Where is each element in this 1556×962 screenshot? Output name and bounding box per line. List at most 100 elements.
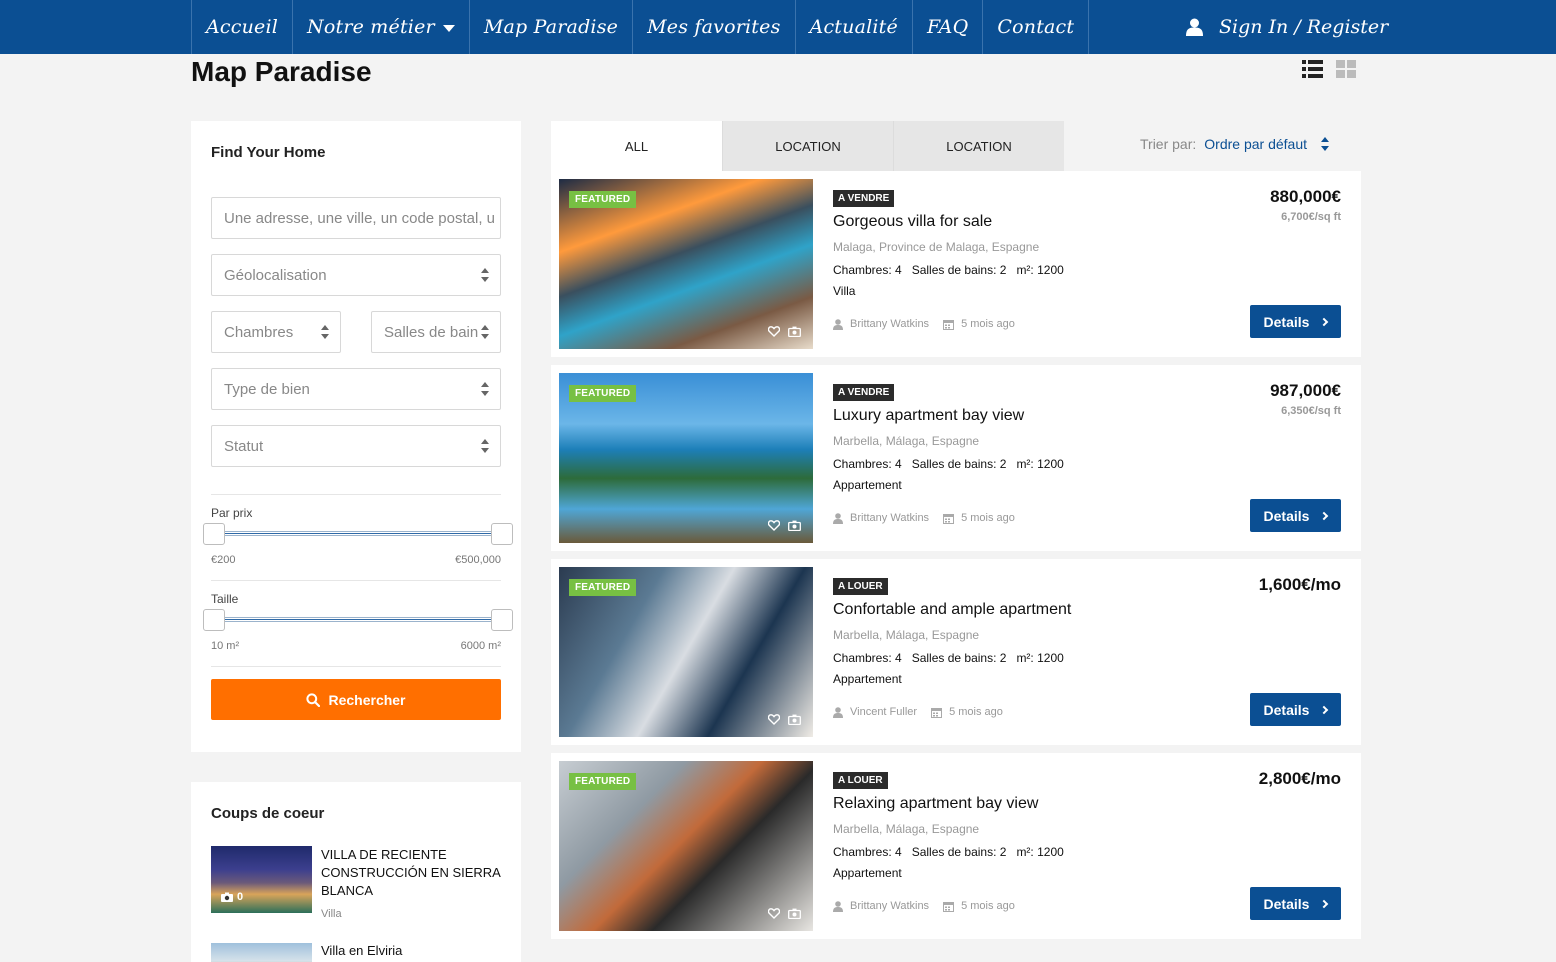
divider (211, 494, 501, 495)
top-navigation: Accueil Notre métier Map Paradise Mes fa… (0, 0, 1556, 54)
favorite-thumbnail[interactable] (211, 943, 312, 962)
nav-item-notre-metier[interactable]: Notre métier (292, 0, 469, 54)
listing-photo[interactable]: FEATURED (559, 761, 813, 931)
listing-title-link[interactable]: Luxury apartment bay view (833, 407, 1024, 425)
agent-name[interactable]: Brittany Watkins (850, 900, 929, 912)
nav-item-faq[interactable]: FAQ (911, 0, 982, 54)
listing-price-per-sqft: 6,350€/sq ft (1281, 405, 1341, 417)
heart-icon[interactable] (768, 908, 780, 919)
calendar-icon (943, 319, 955, 330)
signin-register-link[interactable]: Sign In / Register (1186, 0, 1388, 54)
listing-photo[interactable]: FEATURED (559, 373, 813, 543)
listing-address: Marbella, Málaga, Espagne (833, 434, 980, 448)
favorite-title-link[interactable]: Villa en Elviria (321, 943, 402, 958)
sort-value: Ordre par défaut (1204, 136, 1308, 152)
listing-meta: Brittany Watkins 5 mois ago (833, 318, 1029, 330)
camera-icon[interactable] (788, 520, 801, 531)
listing-title-link[interactable]: Confortable and ample apartment (833, 601, 1071, 619)
chevron-right-icon (1320, 511, 1329, 520)
listing-specs: Chambres: 4 Salles de bains: 2 m²: 1200 (833, 845, 1064, 859)
favorite-title-link[interactable]: VILLA DE RECIENTE CONSTRUCCIÓN EN SIERRA… (321, 846, 511, 900)
select-arrows-icon (481, 325, 490, 339)
caret-down-icon (442, 25, 455, 32)
sort-control[interactable]: Trier par: Ordre par défaut (1140, 136, 1330, 152)
listing-type: Appartement (833, 672, 902, 686)
nav-item-actualite[interactable]: Actualité (794, 0, 912, 54)
featured-badge: FEATURED (569, 773, 637, 790)
date: 5 mois ago (943, 900, 1015, 912)
agent: Brittany Watkins (833, 318, 929, 330)
status-badge: A VENDRE (833, 190, 895, 207)
listing-price: 2,800€/mo (1258, 769, 1341, 788)
listing-title-link[interactable]: Relaxing apartment bay view (833, 795, 1038, 813)
price-max-handle[interactable] (491, 523, 513, 545)
heart-icon[interactable] (768, 714, 780, 725)
agent-name[interactable]: Brittany Watkins (850, 318, 929, 330)
favorite-thumbnail[interactable]: 0 (211, 846, 312, 913)
calendar-icon (943, 513, 955, 524)
bedrooms-select[interactable]: Chambres (211, 311, 341, 353)
price-min-value: €200 (211, 554, 236, 566)
listing-date: 5 mois ago (961, 512, 1015, 524)
nav-item-accueil[interactable]: Accueil (191, 0, 292, 54)
user-icon (833, 900, 843, 912)
listing-photo[interactable]: FEATURED (559, 179, 813, 349)
listing-title-link[interactable]: Gorgeous villa for sale (833, 213, 992, 231)
listing-price: 1,600€/mo (1258, 575, 1341, 594)
nav-item-map-paradise[interactable]: Map Paradise (468, 0, 632, 54)
photo-actions (768, 326, 801, 337)
listing-date: 5 mois ago (961, 900, 1015, 912)
tab-location-2[interactable]: LOCATION (893, 121, 1064, 171)
bathrooms-select[interactable]: Salles de bain (371, 311, 501, 353)
photo-actions (768, 520, 801, 531)
favorites-panel: Coups de coeur 0 VILLA DE RECIENTE CONST… (191, 782, 521, 962)
tab-all[interactable]: ALL (551, 121, 722, 171)
status-badge: A LOUER (833, 578, 888, 595)
camera-icon[interactable] (788, 326, 801, 337)
user-icon (833, 318, 843, 330)
search-panel-title: Find Your Home (211, 144, 326, 161)
status-select[interactable]: Statut (211, 425, 501, 467)
listing-type: Appartement (833, 478, 902, 492)
agent-name[interactable]: Brittany Watkins (850, 512, 929, 524)
details-button[interactable]: Details (1250, 499, 1341, 532)
select-arrows-icon (481, 268, 490, 282)
agent: Vincent Fuller (833, 706, 917, 718)
listing-type: Appartement (833, 866, 902, 880)
tab-location-1[interactable]: LOCATION (722, 121, 893, 171)
agent-name[interactable]: Vincent Fuller (850, 706, 917, 718)
size-max-handle[interactable] (491, 609, 513, 631)
search-button[interactable]: Rechercher (211, 679, 501, 720)
list-view-icon[interactable] (1302, 60, 1323, 78)
details-button[interactable]: Details (1250, 887, 1341, 920)
nav-item-mes-favorites[interactable]: Mes favorites (632, 0, 794, 54)
view-toggle (1302, 60, 1356, 78)
details-button[interactable]: Details (1250, 693, 1341, 726)
price-min-handle[interactable] (203, 523, 225, 545)
select-arrows-icon (321, 325, 330, 339)
select-arrows-icon (481, 382, 490, 396)
size-min-value: 10 m² (211, 640, 240, 652)
heart-icon[interactable] (768, 520, 780, 531)
camera-icon[interactable] (788, 714, 801, 725)
listing-price-per-sqft: 6,700€/sq ft (1281, 211, 1341, 223)
grid-view-icon[interactable] (1336, 60, 1356, 78)
price-slider-track[interactable] (213, 531, 501, 536)
select-arrows-icon (481, 439, 490, 453)
camera-icon[interactable] (788, 908, 801, 919)
calendar-icon (931, 707, 943, 718)
listing-date: 5 mois ago (949, 706, 1003, 718)
divider (211, 580, 501, 581)
heart-icon[interactable] (768, 326, 780, 337)
address-input[interactable]: Une adresse, une ville, un code postal, … (211, 197, 501, 239)
listing-price: 987,000€ (1270, 381, 1341, 400)
featured-badge: FEATURED (569, 191, 637, 208)
nav-item-contact[interactable]: Contact (982, 0, 1090, 54)
details-button[interactable]: Details (1250, 305, 1341, 338)
search-panel: Find Your Home Une adresse, une ville, u… (191, 121, 521, 752)
property-type-select[interactable]: Type de bien (211, 368, 501, 410)
size-slider-track[interactable] (213, 617, 501, 622)
size-min-handle[interactable] (203, 609, 225, 631)
listing-photo[interactable]: FEATURED (559, 567, 813, 737)
geolocation-select[interactable]: Géolocalisation (211, 254, 501, 296)
